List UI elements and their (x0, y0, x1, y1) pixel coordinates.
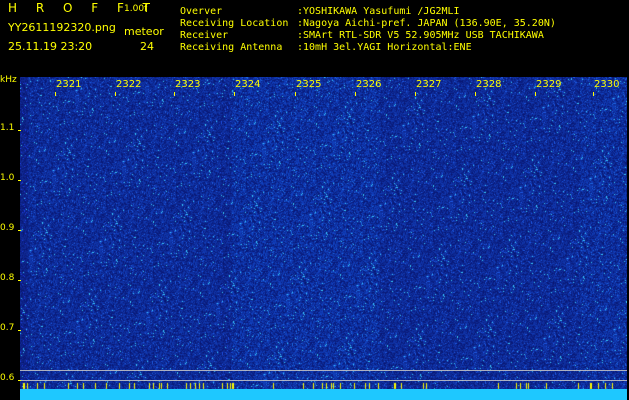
spectrogram-canvas (20, 77, 627, 397)
x-tick-label: 2327 (416, 79, 442, 90)
y-tick-label: 0.6 (0, 373, 15, 383)
x-tick-label: 2325 (296, 79, 322, 90)
info-key-location: Receiving Location (180, 18, 289, 29)
y-tick-label: 1.1 (0, 123, 15, 133)
info-key-observer: Overver (180, 6, 223, 17)
app-version: 1.00f (124, 4, 148, 14)
x-tick-label: 2321 (56, 79, 82, 90)
y-tick-label: 0.9 (0, 223, 15, 233)
y-tick-mark (18, 280, 21, 281)
x-tick-label: 2329 (536, 79, 562, 90)
y-tick-label: 1.0 (0, 173, 15, 183)
x-tick-mark (234, 92, 235, 96)
spectrogram-baseline (20, 389, 627, 400)
x-tick-mark (415, 92, 416, 96)
capture-datetime: 25.11.19 23:20 (8, 40, 93, 53)
x-tick-mark (55, 92, 56, 96)
info-value-observer: :YOSHIKAWA Yasufumi /JG2MLI (297, 6, 460, 17)
y-axis: kHz 1.1 1.0 0.9 0.8 0.7 0.6 (0, 75, 21, 400)
info-value-location: :Nagoya Aichi-pref. JAPAN (136.90E, 35.2… (297, 18, 556, 29)
x-tick-mark (295, 92, 296, 96)
x-tick-mark (593, 92, 594, 96)
x-tick-mark (355, 92, 356, 96)
x-tick-label: 2326 (356, 79, 382, 90)
x-tick-mark (174, 92, 175, 96)
x-tick-mark (115, 92, 116, 96)
y-tick-label: 0.7 (0, 323, 15, 333)
y-tick-mark (18, 130, 21, 131)
info-key-receiver: Receiver (180, 30, 229, 41)
x-tick-label: 2324 (235, 79, 261, 90)
x-tick-label: 2328 (476, 79, 502, 90)
meteor-label: meteor (124, 25, 164, 38)
meteor-count: 24 (140, 40, 154, 53)
x-tick-mark (535, 92, 536, 96)
x-tick-label: 2323 (175, 79, 201, 90)
reference-line-upper (20, 370, 627, 371)
info-value-receiver: :SMArt RTL-SDR V5 52.905MHz USB TACHIKAW… (297, 30, 544, 41)
header-panel: H R O F F T 1.00f YY2611192320.png 25.11… (0, 0, 629, 75)
x-tick-label: 2330 (594, 79, 620, 90)
y-tick-mark (18, 230, 21, 231)
reference-line-lower (20, 380, 627, 381)
y-tick-mark (18, 380, 21, 381)
image-filename: YY2611192320.png (8, 21, 116, 34)
y-tick-mark (18, 330, 21, 331)
spectrogram-noise (20, 77, 627, 397)
x-tick-mark (475, 92, 476, 96)
y-tick-label: 0.8 (0, 273, 15, 283)
info-key-antenna: Receiving Antenna (180, 42, 283, 53)
info-value-antenna: :10mH 3el.YAGI Horizontal:ENE (297, 42, 472, 53)
y-tick-mark (18, 180, 21, 181)
y-axis-unit: kHz (0, 75, 17, 85)
x-tick-label: 2322 (116, 79, 142, 90)
